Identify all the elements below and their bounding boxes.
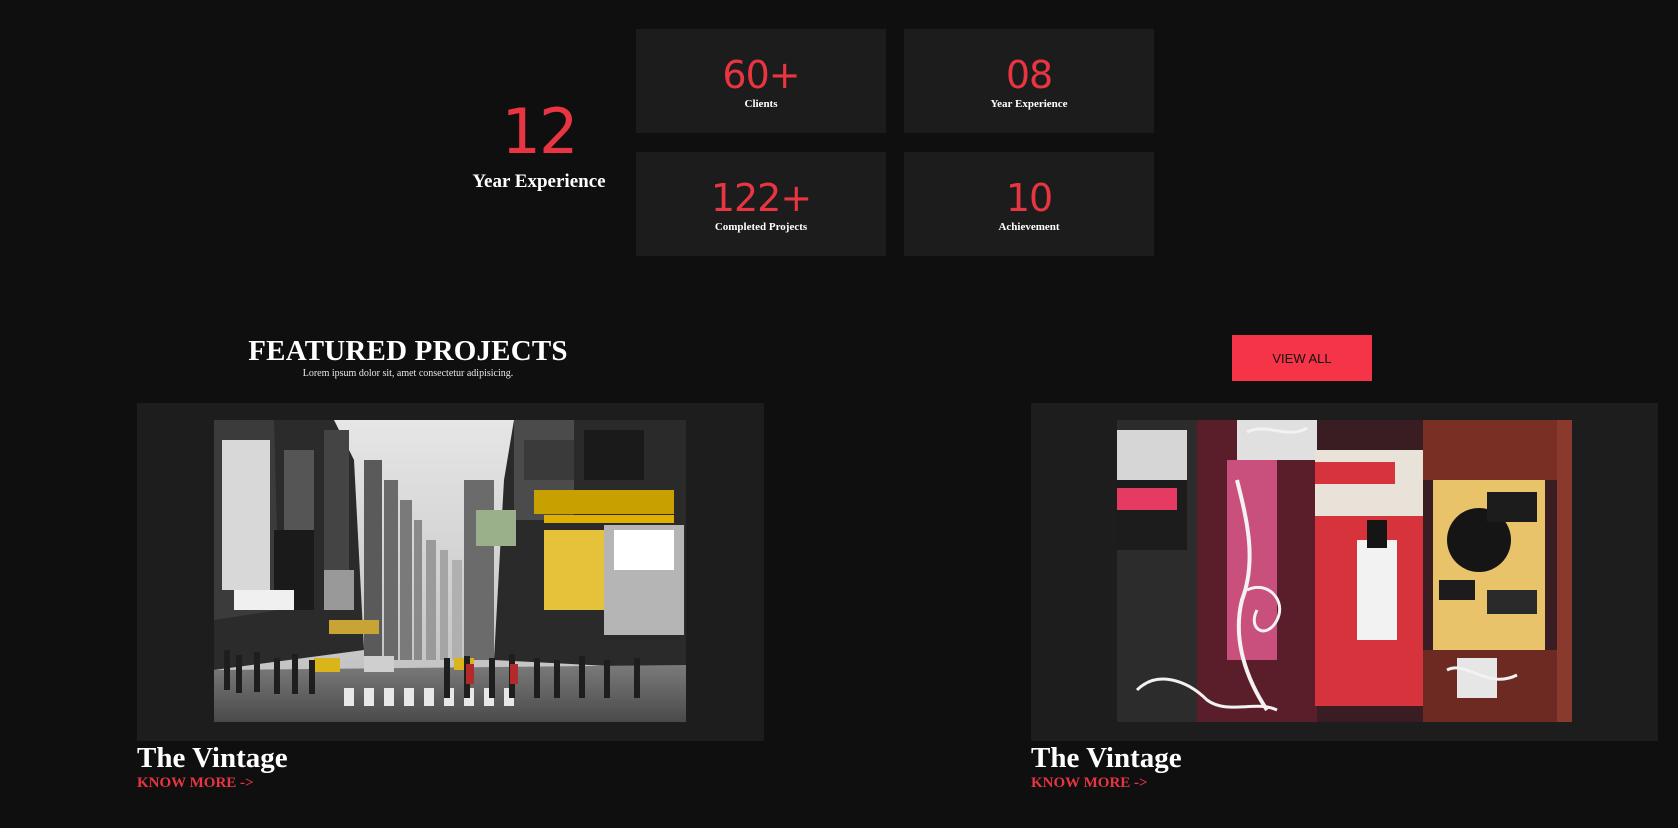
section-subtitle: Lorem ipsum dolor sit, amet consectetur … bbox=[302, 368, 514, 379]
stat-value: 10 bbox=[1005, 176, 1053, 220]
featured-heading: FEATURED PROJECTS Lorem ipsum dolor sit,… bbox=[240, 334, 576, 379]
know-more-link[interactable]: KNOW MORE -> bbox=[137, 775, 254, 792]
stat-label: Achievement bbox=[998, 221, 1060, 233]
stat-value: 08 bbox=[1005, 53, 1053, 97]
page: 12 Year Experience 60+ Clients 08 Year E… bbox=[0, 0, 1678, 828]
project-title: The Vintage bbox=[137, 742, 288, 774]
poster-wall-photo[interactable] bbox=[1117, 420, 1572, 722]
experience-number: 12 bbox=[501, 95, 579, 168]
experience-summary: 12 Year Experience bbox=[470, 95, 608, 193]
section-title: FEATURED PROJECTS bbox=[248, 335, 568, 367]
stat-card-clients: 60+ Clients bbox=[636, 29, 886, 133]
stat-value: 60+ bbox=[722, 53, 800, 97]
stat-label: Clients bbox=[744, 98, 778, 110]
experience-label: Year Experience bbox=[472, 171, 606, 192]
stat-card-year-experience: 08 Year Experience bbox=[904, 29, 1154, 133]
stat-value: 122+ bbox=[710, 176, 812, 220]
know-more-link[interactable]: KNOW MORE -> bbox=[1031, 775, 1148, 792]
stat-label: Year Experience bbox=[990, 98, 1068, 110]
stat-card-achievement: 10 Achievement bbox=[904, 152, 1154, 256]
project-title: The Vintage bbox=[1031, 742, 1182, 774]
stat-card-completed-projects: 122+ Completed Projects bbox=[636, 152, 886, 256]
city-street-photo[interactable] bbox=[214, 420, 686, 722]
stat-label: Completed Projects bbox=[714, 221, 808, 233]
view-all-button[interactable]: VIEW ALL bbox=[1232, 335, 1372, 381]
